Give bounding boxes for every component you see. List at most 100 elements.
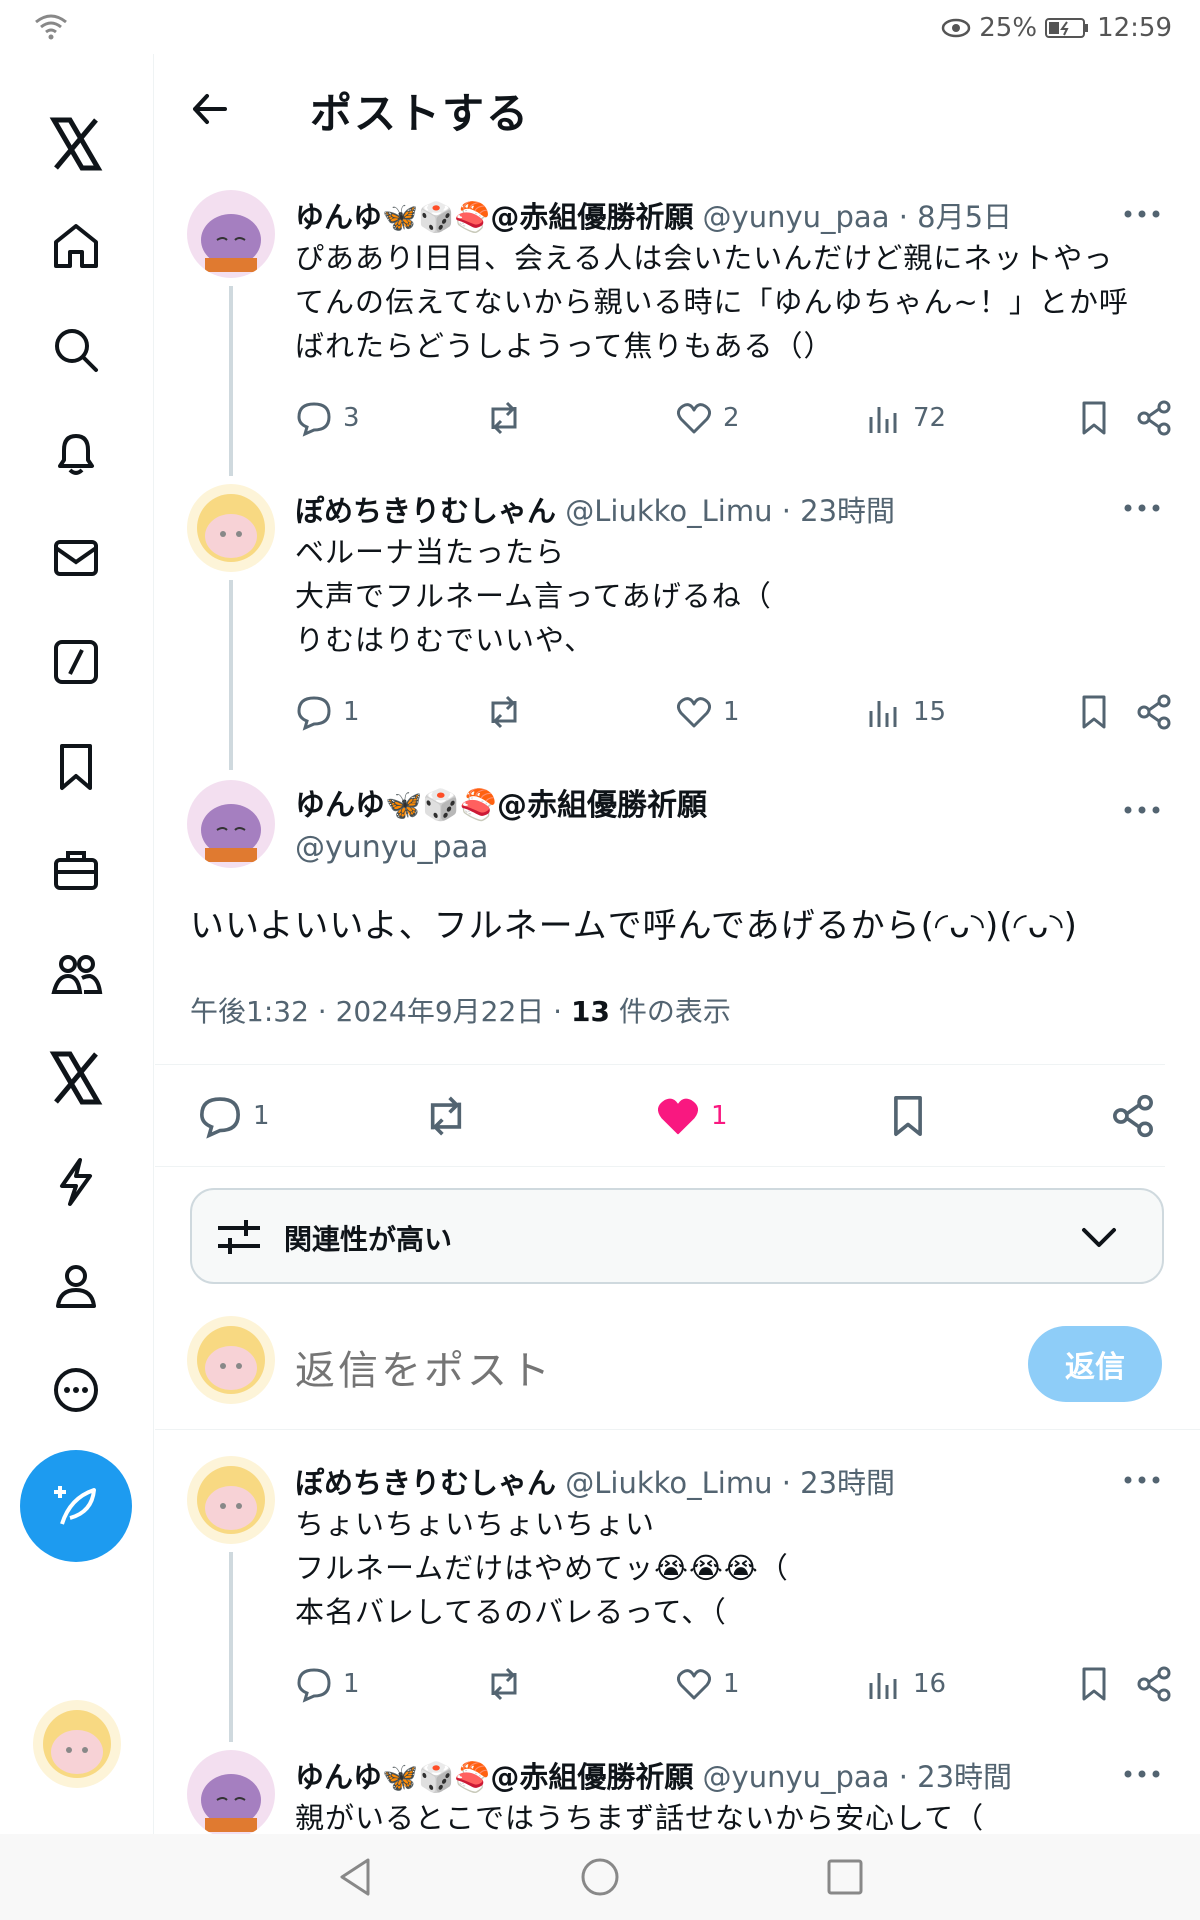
share-action[interactable] [1135, 1662, 1173, 1706]
author-handle[interactable]: @yunyu_paa [703, 1760, 890, 1794]
reply-submit-button[interactable]: 返信 [1028, 1326, 1162, 1402]
verified-orgs-lightning-icon[interactable] [40, 1146, 112, 1218]
tweet-text: ぴあありl日目、会える人は会いたいんだけど親にネットやっ てんの伝えてないから親… [295, 241, 1129, 363]
communities-icon[interactable] [40, 938, 112, 1010]
bookmarks-icon[interactable] [40, 730, 112, 802]
reply-action[interactable]: 1 [295, 1662, 360, 1706]
back-triangle-icon[interactable] [330, 1852, 380, 1902]
repost-action[interactable] [423, 1086, 469, 1146]
messages-envelope-icon[interactable] [40, 522, 112, 594]
like-count: 1 [723, 697, 740, 727]
share-action[interactable] [1110, 1086, 1156, 1146]
author-name[interactable]: ゆんゆ🦋🎲🍣@赤組優勝祈願 [295, 780, 707, 824]
compose-post-button[interactable] [20, 1450, 132, 1562]
jobs-briefcase-icon[interactable] [40, 834, 112, 906]
more-dots-icon[interactable] [1120, 1762, 1164, 1786]
avatar[interactable] [187, 1456, 275, 1544]
reply-sort-dropdown[interactable]: 関連性が高い [190, 1188, 1164, 1284]
heart-icon [676, 697, 712, 728]
repost-action[interactable] [485, 396, 523, 440]
status-bar: 25% 12:59 [0, 0, 1200, 54]
reply-tweet[interactable]: ぽめちきりむしゃん @Liukko_Limu · 23時間 ちょいちょいちょいち… [155, 1452, 1200, 1742]
views-action[interactable]: 16 [865, 1662, 946, 1706]
home-icon[interactable] [40, 210, 112, 282]
more-dots-icon[interactable] [1120, 496, 1164, 520]
reply-action[interactable]: 1 [197, 1086, 270, 1146]
bookmark-action[interactable] [885, 1086, 931, 1146]
views-action[interactable]: 72 [865, 396, 946, 440]
author-handle[interactable]: @yunyu_paa [703, 200, 890, 234]
avatar[interactable] [187, 1316, 275, 1404]
more-dots-icon[interactable] [1120, 202, 1164, 226]
more-options-icon[interactable] [40, 1354, 112, 1426]
avatar[interactable] [187, 484, 275, 572]
author-name[interactable]: ぽめちきりむしゃん [295, 494, 556, 528]
author-handle[interactable]: @yunyu_paa [295, 830, 707, 865]
view-count: 15 [913, 697, 947, 727]
like-action[interactable]: 1 [675, 1662, 740, 1706]
repost-icon [491, 401, 517, 435]
thread-tweet[interactable]: ぽめちきりむしゃん @Liukko_Limu · 23時間 ベルーナ当たったら … [155, 480, 1200, 770]
analytics-bars-icon [869, 1673, 897, 1699]
like-action[interactable]: 2 [675, 396, 740, 440]
like-action[interactable]: 1 [675, 690, 740, 734]
recents-square-icon[interactable] [820, 1852, 870, 1902]
reply-action[interactable]: 1 [295, 690, 360, 734]
repost-action[interactable] [485, 690, 523, 734]
bookmark-action[interactable] [1075, 396, 1113, 440]
sort-label: 関連性が高い [284, 1223, 453, 1256]
repost-action[interactable] [485, 1662, 523, 1706]
like-action[interactable]: 1 [655, 1086, 728, 1146]
share-action[interactable] [1135, 396, 1173, 440]
search-icon[interactable] [40, 314, 112, 386]
more-dots-icon[interactable] [1120, 798, 1164, 822]
post-time[interactable]: · 8月5日 [899, 200, 1012, 234]
reply-input[interactable] [295, 1348, 895, 1394]
reply-action[interactable]: 3 [295, 396, 360, 440]
thread-line [229, 580, 233, 770]
avatar[interactable] [187, 780, 275, 868]
post-time[interactable]: · 23時間 [782, 494, 895, 528]
chevron-down-icon [1082, 1228, 1116, 1247]
divider [155, 1064, 1165, 1065]
avatar[interactable] [187, 1750, 275, 1834]
share-icon [1113, 1094, 1153, 1138]
reply-composer: 返信 [155, 1310, 1200, 1430]
premium-x-icon[interactable] [40, 1042, 112, 1114]
profile-icon[interactable] [40, 1250, 112, 1322]
thread-tweet[interactable]: ゆんゆ🦋🎲🍣@赤組優勝祈願 @yunyu_paa · 8月5日 ぴあありl日目、… [155, 186, 1200, 476]
bookmark-action[interactable] [1075, 690, 1113, 734]
page-title: ポストする [310, 89, 531, 138]
avatar[interactable] [187, 190, 275, 278]
author-handle[interactable]: @Liukko_Limu [565, 494, 772, 528]
tweet-text: ちょいちょいちょいちょい フルネームだけはやめてッ😭😭😭（ 本名バレしてるのバレ… [295, 1507, 789, 1629]
more-dots-icon[interactable] [1120, 1468, 1164, 1492]
share-action[interactable] [1135, 690, 1173, 734]
home-circle-icon[interactable] [575, 1852, 625, 1902]
reply-tweet[interactable]: ゆんゆ🦋🎲🍣@赤組優勝祈願 @yunyu_paa · 23時間 親がいるとこでは… [155, 1746, 1200, 1834]
eye-comfort-icon [942, 18, 971, 38]
post-timestamp[interactable]: 午後1:32 · 2024年9月22日 · [190, 995, 571, 1028]
reply-count: 3 [343, 403, 360, 433]
tweet-actions: 1 1 15 [295, 690, 1171, 734]
reply-count: 1 [343, 1669, 360, 1699]
post-time[interactable]: · 23時間 [782, 1466, 895, 1500]
author-handle[interactable]: @Liukko_Limu [565, 1466, 772, 1500]
author-name[interactable]: ぽめちきりむしゃん [295, 1466, 556, 1500]
x-logo-icon[interactable] [40, 108, 112, 180]
back-arrow-icon[interactable] [185, 84, 235, 134]
bookmark-action[interactable] [1075, 1662, 1113, 1706]
reply-bubble-icon [297, 696, 331, 731]
grok-icon[interactable] [40, 626, 112, 698]
heart-icon [676, 403, 712, 434]
post-time[interactable]: · 23時間 [899, 1760, 1012, 1794]
view-count-label: 件の表示 [609, 995, 731, 1028]
author-name[interactable]: ゆんゆ🦋🎲🍣@赤組優勝祈願 [295, 200, 693, 234]
like-count: 2 [723, 403, 740, 433]
reply-bubble-icon [200, 1097, 240, 1139]
views-action[interactable]: 15 [865, 690, 946, 734]
account-avatar[interactable] [33, 1700, 121, 1788]
author-name[interactable]: ゆんゆ🦋🎲🍣@赤組優勝祈願 [295, 1760, 693, 1794]
notifications-bell-icon[interactable] [40, 418, 112, 490]
like-count: 1 [723, 1669, 740, 1699]
